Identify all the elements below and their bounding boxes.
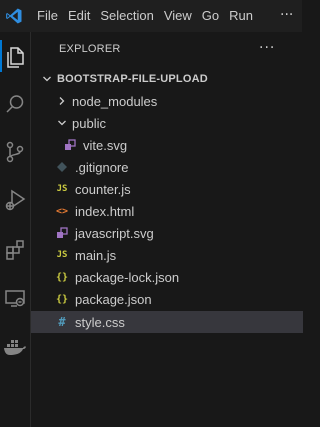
- chevron-down-icon: [41, 73, 53, 85]
- menu-view[interactable]: View: [159, 0, 197, 32]
- css-file-icon: #: [58, 315, 66, 329]
- svg-file-icon: [54, 225, 70, 241]
- tree-item-vite-svg[interactable]: vite.svg: [31, 134, 303, 156]
- remote-explorer-icon[interactable]: [0, 283, 30, 313]
- menu-more-button[interactable]: ···: [280, 0, 293, 30]
- tree-item-label: package.json: [75, 291, 152, 307]
- menu-file[interactable]: File: [33, 0, 63, 32]
- tree-item-label: javascript.svg: [75, 225, 154, 241]
- tree-item-style-css[interactable]: # style.css: [31, 311, 303, 333]
- explorer-sidebar: EXPLORER ··· BOOTSTRAP-FILE-UPLOAD node_…: [30, 32, 303, 427]
- tree-item-label: style.css: [75, 314, 125, 330]
- tree-item-label: vite.svg: [83, 137, 128, 153]
- explorer-more-button[interactable]: ···: [259, 40, 275, 56]
- tree-item-label: .gitignore: [75, 159, 129, 175]
- docker-icon[interactable]: [0, 332, 30, 362]
- tree-item-public[interactable]: public: [31, 112, 303, 134]
- svg-file-icon: [62, 137, 78, 153]
- run-debug-icon[interactable]: [0, 185, 30, 215]
- folder-name: BOOTSTRAP-FILE-UPLOAD: [57, 73, 208, 85]
- menu-go[interactable]: Go: [197, 0, 224, 32]
- tree-item-main-js[interactable]: JS main.js: [31, 244, 303, 266]
- tree-item-label: node_modules: [72, 93, 158, 109]
- tree-item-label: main.js: [75, 247, 117, 263]
- activity-bar: [0, 32, 30, 427]
- tree-item-javascript-svg[interactable]: javascript.svg: [31, 222, 303, 244]
- json-file-icon: {}: [55, 293, 69, 305]
- menu-run[interactable]: Run: [224, 0, 258, 32]
- tree-item-label: index.html: [75, 203, 135, 219]
- tree-item-package-lock-json[interactable]: {} package-lock.json: [31, 266, 303, 288]
- source-control-icon[interactable]: [0, 137, 30, 167]
- js-file-icon: JS: [56, 250, 68, 260]
- extensions-icon[interactable]: [0, 234, 30, 264]
- menu-edit[interactable]: Edit: [63, 0, 95, 32]
- folder-root-row[interactable]: BOOTSTRAP-FILE-UPLOAD: [31, 68, 303, 90]
- json-file-icon: {}: [55, 271, 69, 283]
- html-file-icon: <>: [55, 205, 69, 217]
- tree-item-gitignore[interactable]: .gitignore: [31, 156, 303, 178]
- title-bar: File Edit Selection View Go Run ···: [0, 0, 302, 32]
- tree-item-package-json[interactable]: {} package.json: [31, 288, 303, 310]
- chevron-down-icon: [56, 117, 68, 129]
- js-file-icon: JS: [56, 184, 68, 194]
- vscode-logo-icon[interactable]: [3, 5, 25, 27]
- tree-item-index-html[interactable]: <> index.html: [31, 200, 303, 222]
- tree-item-node-modules[interactable]: node_modules: [31, 90, 303, 112]
- explorer-icon[interactable]: [0, 42, 30, 72]
- tree-item-label: counter.js: [75, 181, 131, 197]
- menu-selection[interactable]: Selection: [95, 0, 158, 32]
- tree-item-label: package-lock.json: [75, 269, 180, 285]
- search-icon[interactable]: [0, 89, 30, 119]
- tree-item-label: public: [72, 115, 106, 131]
- tree-item-counter-js[interactable]: JS counter.js: [31, 178, 303, 200]
- chevron-right-icon: [56, 95, 68, 107]
- git-file-icon: [54, 159, 70, 175]
